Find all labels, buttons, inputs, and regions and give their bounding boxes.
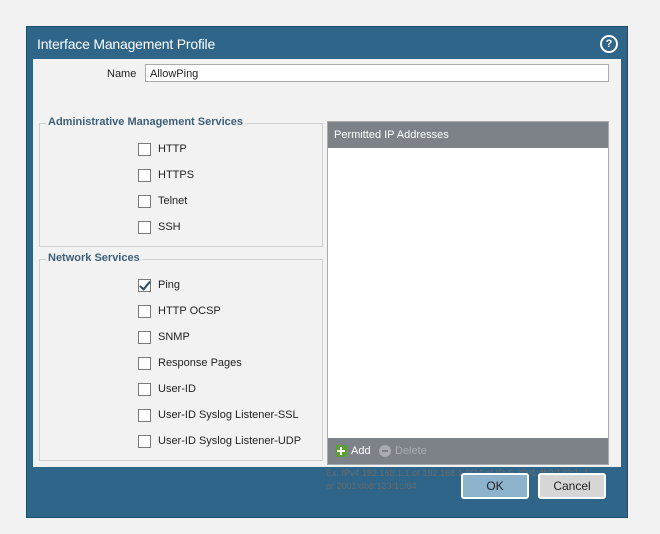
delete-button[interactable]: Delete: [379, 444, 427, 458]
admin-services-legend: Administrative Management Services: [46, 116, 246, 128]
add-label: Add: [351, 445, 371, 457]
checkbox-row-user-id[interactable]: User-ID: [138, 381, 196, 397]
cancel-button[interactable]: Cancel: [538, 473, 606, 499]
permitted-ip-header: Permitted IP Addresses: [328, 122, 608, 148]
checkbox-row-syslog-udp[interactable]: User-ID Syslog Listener-UDP: [138, 433, 301, 449]
plus-icon: [335, 445, 347, 457]
network-services-group: Network Services Ping HTTP OCSP SNMP Res…: [39, 252, 323, 461]
delete-label: Delete: [395, 445, 427, 457]
http-ocsp-label: HTTP OCSP: [158, 305, 221, 317]
ping-checkbox[interactable]: [138, 278, 151, 292]
checkbox-row-http[interactable]: HTTP: [138, 141, 187, 157]
snmp-checkbox[interactable]: [138, 330, 151, 344]
checkbox-row-syslog-ssl[interactable]: User-ID Syslog Listener-SSL: [138, 407, 299, 423]
syslog-udp-label: User-ID Syslog Listener-UDP: [158, 435, 302, 447]
checkbox-row-http-ocsp[interactable]: HTTP OCSP: [138, 303, 221, 319]
permitted-ip-grid[interactable]: Permitted IP Addresses Add Delete: [327, 121, 609, 465]
telnet-checkbox[interactable]: [138, 194, 151, 208]
syslog-ssl-label: User-ID Syslog Listener-SSL: [158, 409, 299, 421]
admin-services-group: Administrative Management Services HTTP …: [39, 116, 323, 247]
dialog-titlebar: Interface Management Profile ?: [27, 27, 627, 59]
checkbox-row-response-pages[interactable]: Response Pages: [138, 355, 242, 371]
user-id-label: User-ID: [158, 383, 196, 395]
dialog-content: Name AllowPing Administrative Management…: [33, 59, 621, 491]
ping-label: Ping: [158, 279, 181, 291]
checkbox-row-https[interactable]: HTTPS: [138, 167, 194, 183]
name-label: Name: [107, 68, 137, 80]
checkbox-row-ping[interactable]: Ping: [138, 277, 180, 293]
snmp-label: SNMP: [158, 331, 190, 343]
interface-management-profile-dialog: Interface Management Profile ? Name Allo…: [26, 26, 628, 518]
minus-icon: [379, 445, 391, 457]
name-input[interactable]: AllowPing: [145, 64, 609, 82]
http-ocsp-checkbox[interactable]: [138, 304, 151, 318]
telnet-label: Telnet: [158, 195, 188, 207]
syslog-udp-checkbox[interactable]: [138, 434, 151, 448]
add-button[interactable]: Add: [335, 444, 371, 458]
permitted-ip-toolbar: Add Delete: [328, 438, 608, 464]
ssh-label: SSH: [158, 221, 181, 233]
http-label: HTTP: [158, 143, 187, 155]
ssh-checkbox[interactable]: [138, 220, 151, 234]
syslog-ssl-checkbox[interactable]: [138, 408, 151, 422]
checkbox-row-telnet[interactable]: Telnet: [138, 193, 187, 209]
user-id-checkbox[interactable]: [138, 382, 151, 396]
ok-button[interactable]: OK: [461, 473, 529, 499]
response-pages-label: Response Pages: [158, 357, 242, 369]
help-icon[interactable]: ?: [600, 35, 618, 53]
https-label: HTTPS: [158, 169, 195, 181]
response-pages-checkbox[interactable]: [138, 356, 151, 370]
http-checkbox[interactable]: [138, 142, 151, 156]
checkbox-row-snmp[interactable]: SNMP: [138, 329, 190, 345]
dialog-title: Interface Management Profile: [37, 36, 216, 52]
network-services-legend: Network Services: [46, 252, 142, 264]
https-checkbox[interactable]: [138, 168, 151, 182]
checkbox-row-ssh[interactable]: SSH: [138, 219, 181, 235]
